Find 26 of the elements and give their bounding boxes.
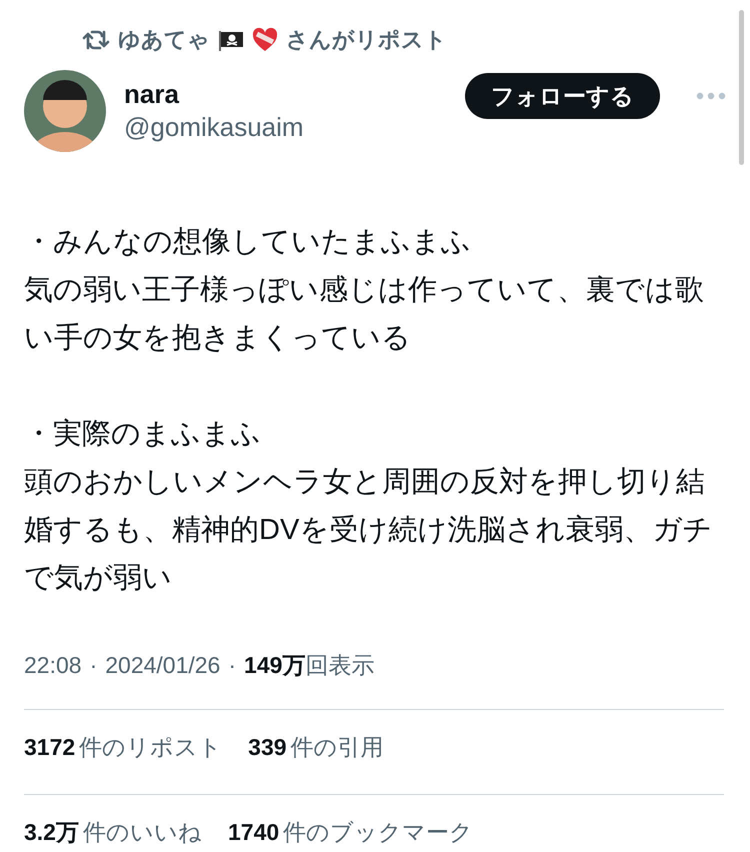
- author-name[interactable]: nara: [124, 79, 447, 110]
- more-icon[interactable]: [696, 92, 726, 100]
- post-text: 頭のおかしいメンヘラ女と周囲の反対を押し切り結婚するも、精神的DVを受け続け洗脳され衰弱、ガチで気が弱い: [24, 465, 714, 596]
- separator-dot: ·: [228, 652, 236, 679]
- post-text: ・みんなの想像していたまふまふ: [24, 225, 472, 260]
- author-handle[interactable]: @gomikasuaim: [124, 112, 447, 143]
- reposter-name[interactable]: ゆあてゃ: [118, 25, 210, 55]
- post-text: 気の弱い王子様っぽい感じは作っていて、裏では歌い手の女を抱きまくっている: [24, 273, 705, 356]
- stat-count[interactable]: 339: [248, 734, 287, 760]
- stat-label[interactable]: 件のいいね: [82, 819, 202, 845]
- stat-count[interactable]: 3172: [24, 734, 76, 760]
- stat-label[interactable]: 件のリポスト: [79, 734, 222, 760]
- stat-count[interactable]: 1740: [228, 819, 280, 845]
- post-text: ・実際のまふまふ: [24, 417, 262, 452]
- bandaged-heart-icon: [252, 27, 278, 53]
- view-count: 149万回表示: [244, 651, 374, 680]
- post-time[interactable]: 22:08: [24, 652, 82, 679]
- separator-dot: ·: [90, 652, 98, 679]
- scrollbar-thumb[interactable]: [739, 10, 744, 165]
- repost-icon: [82, 28, 110, 52]
- stat-count[interactable]: 3.2万: [24, 819, 79, 845]
- stat-label[interactable]: 件の引用: [290, 734, 384, 760]
- stat-label[interactable]: 件のブックマーク: [283, 819, 474, 845]
- follow-button[interactable]: フォローする: [465, 73, 660, 119]
- repost-label: さんがリポスト: [286, 26, 447, 54]
- post-date[interactable]: 2024/01/26: [105, 652, 220, 679]
